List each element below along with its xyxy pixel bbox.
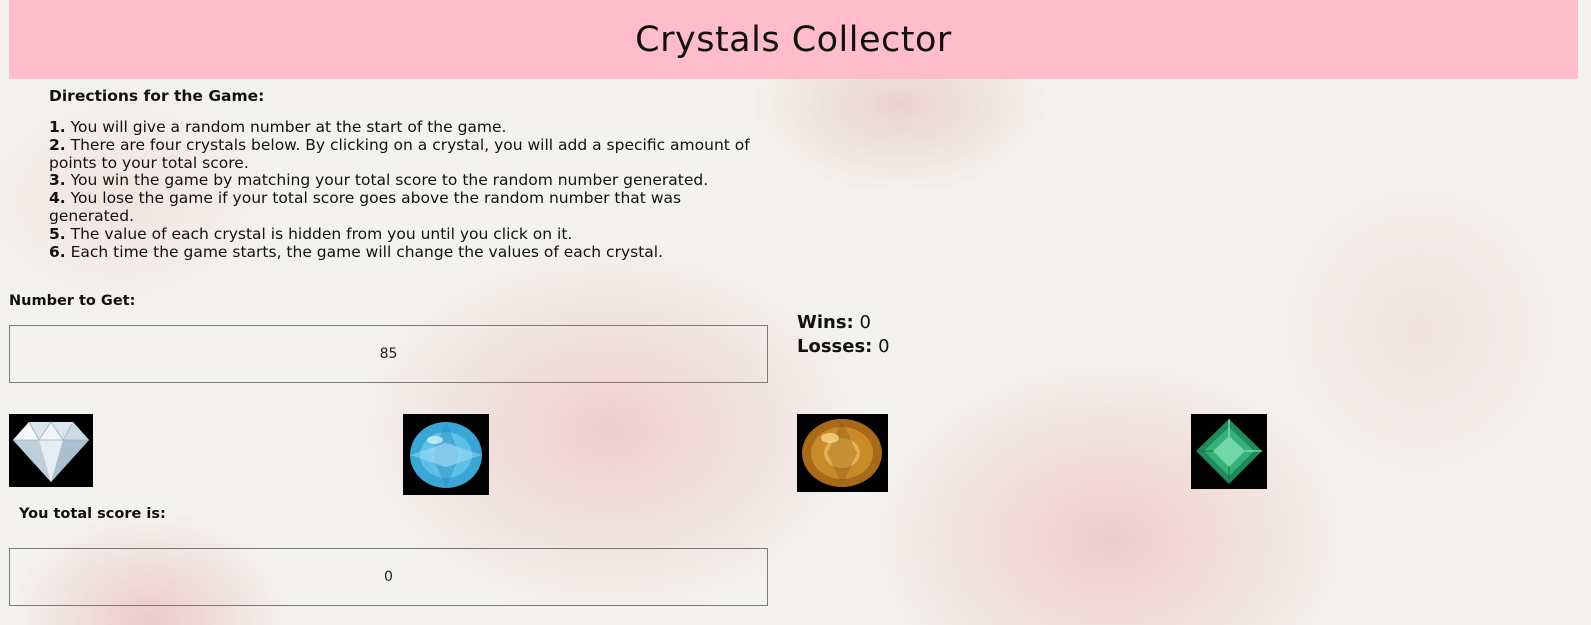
game-page: { "header": { "title": "Crystals Collect… [0,0,1591,625]
page-title: Crystals Collector [635,19,952,60]
direction-text: Each time the game starts, the game will… [65,242,664,261]
blue-topaz-crystal-icon [403,414,489,495]
direction-number: 2. [49,135,66,154]
clear-diamond-crystal-icon [9,414,93,487]
amber-citrine-crystal-icon [797,414,888,492]
scoreboard: Wins: 0 Losses: 0 [797,311,890,359]
direction-item: 4. You lose the game if your total score… [49,189,769,226]
direction-number: 6. [49,242,66,261]
number-to-get-display: 85 [9,325,768,383]
direction-item: 5. The value of each crystal is hidden f… [49,224,769,244]
direction-item: 3. You win the game by matching your tot… [49,171,769,190]
header-banner: Crystals Collector [9,0,1578,79]
total-score-label: You total score is: [19,506,166,522]
direction-text: There are four crystals below. By clicki… [49,135,750,172]
direction-text: The value of each crystal is hidden from… [65,224,573,243]
wins-label: Wins: [797,312,854,333]
directions-list: 1. You will give a random number at the … [49,118,769,262]
number-to-get-label: Number to Get: [9,293,136,309]
direction-text: You win the game by matching your total … [65,171,709,190]
directions-section: Directions for the Game: 1. You will giv… [49,86,769,261]
crystal-button-2[interactable] [403,414,489,495]
direction-text: You will give a random number at the sta… [65,118,507,136]
green-emerald-crystal-icon [1191,414,1267,489]
wins-row: Wins: 0 [797,311,890,335]
direction-text: You lose the game if your total score go… [49,189,682,225]
direction-number: 4. [49,189,66,208]
losses-count: 0 [878,336,890,357]
crystal-button-1[interactable] [9,414,93,487]
direction-item: 6. Each time the game starts, the game w… [49,242,769,262]
direction-number: 5. [49,224,66,243]
wins-count: 0 [859,312,871,333]
losses-label: Losses: [797,336,873,357]
direction-item: 1. You will give a random number at the … [49,118,769,137]
direction-number: 1. [49,118,66,136]
total-score-display: 0 [9,548,768,606]
crystal-button-4[interactable] [1191,414,1267,489]
direction-item: 2. There are four crystals below. By cli… [49,135,769,173]
direction-number: 3. [49,171,66,190]
losses-row: Losses: 0 [797,335,890,359]
crystal-button-3[interactable] [797,414,888,492]
directions-heading: Directions for the Game: [49,87,265,105]
